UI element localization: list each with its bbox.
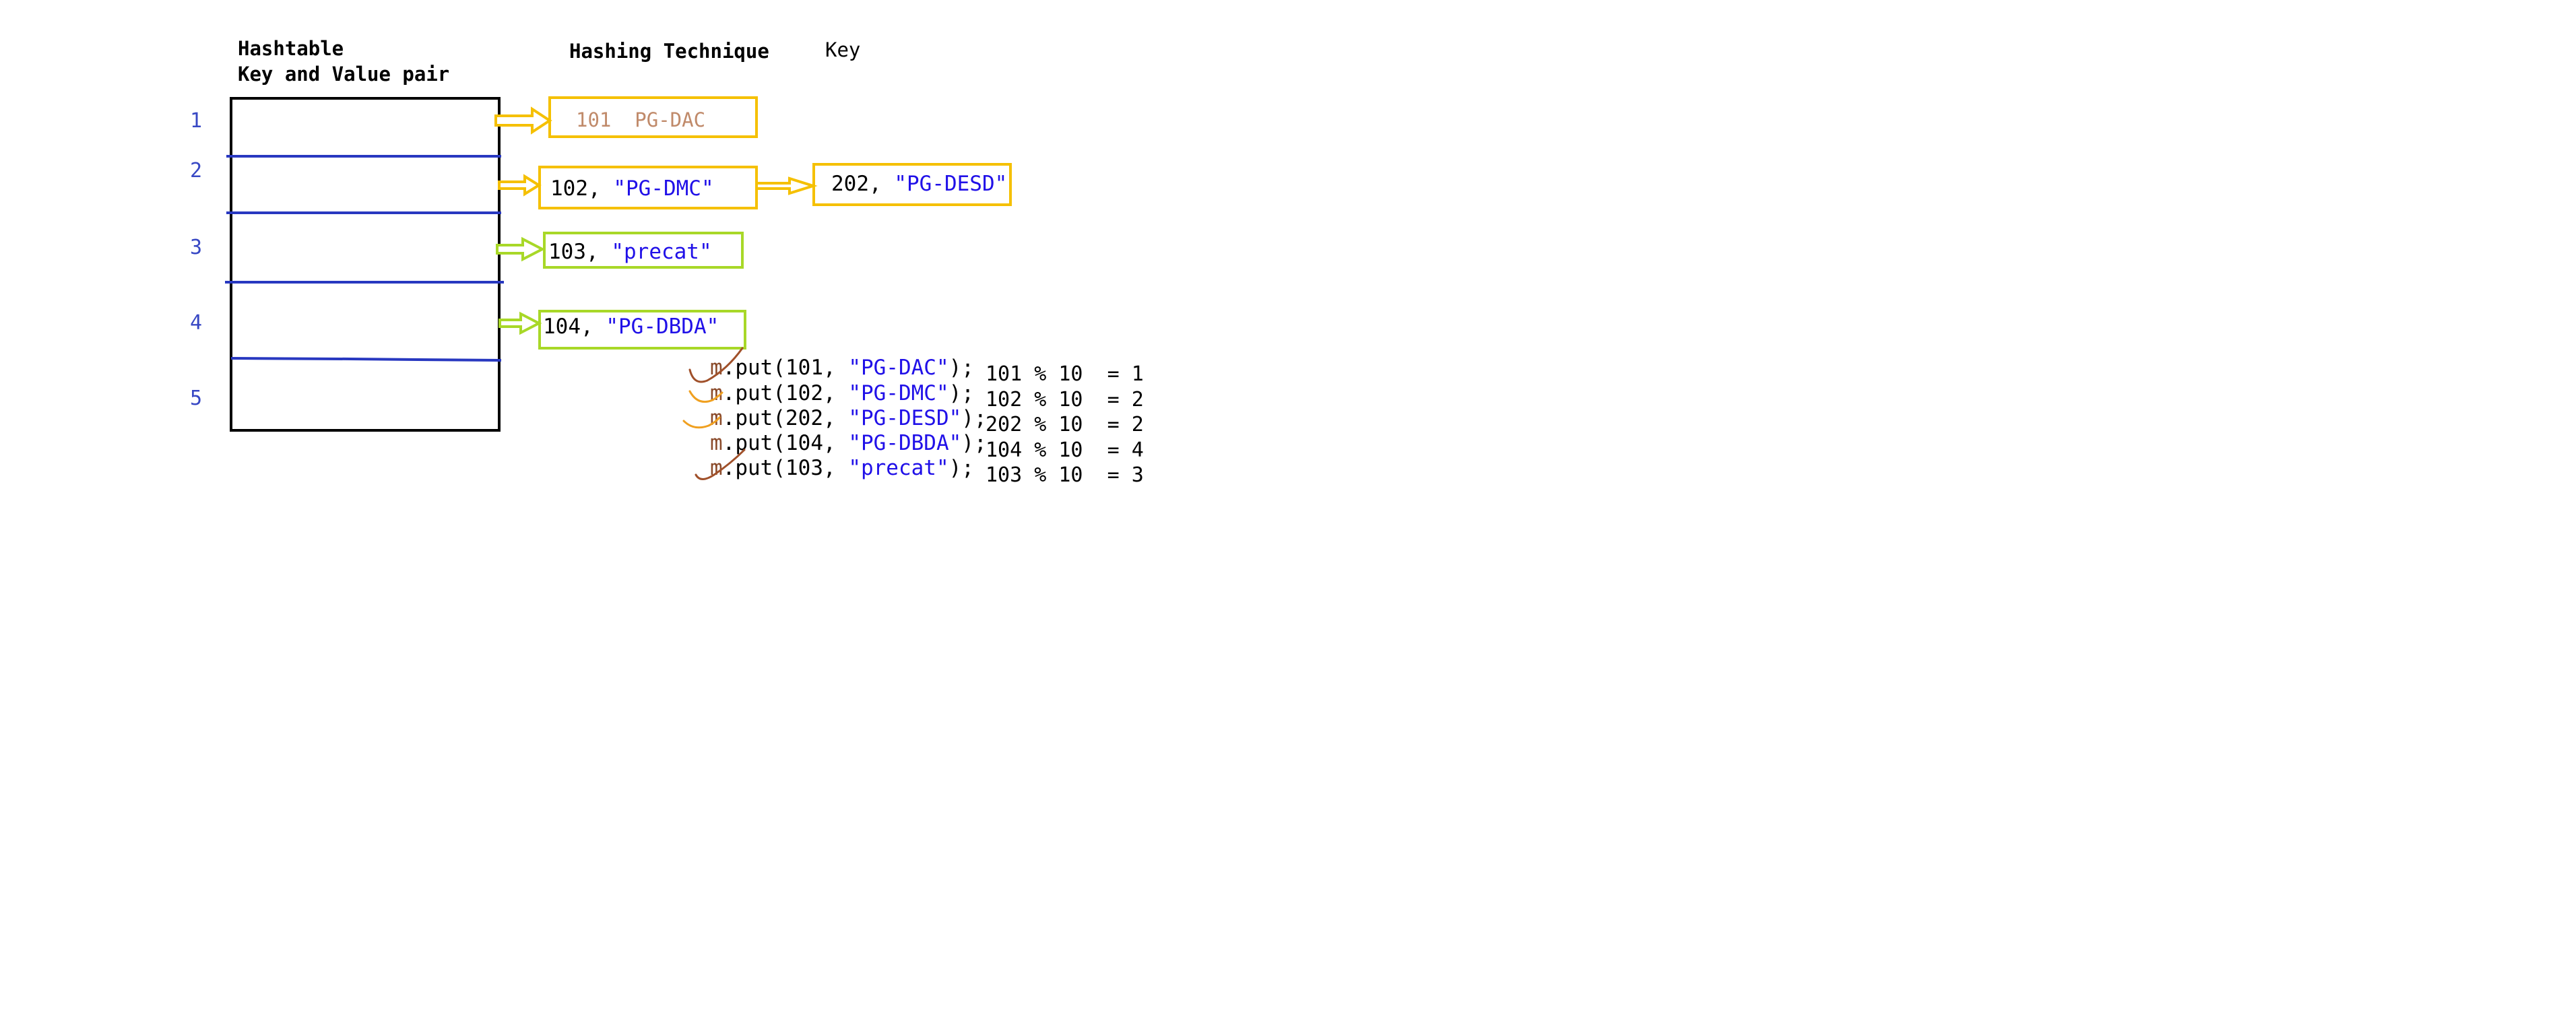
hash-calc-1: 101 % 10 = 1 [986,362,1144,386]
code-string: "PG-DBDA" [848,431,961,455]
key-heading: Key [825,38,860,61]
arrow-bucket-2 [498,174,542,197]
bucket-number-1: 1 [190,109,202,133]
arrow-bucket-1 [494,106,552,135]
hash-calc-3: 202 % 10 = 2 [986,413,1144,436]
bucket-number-4: 4 [190,311,202,335]
entry-key-103: 103, [548,240,611,264]
code-end: ); [961,406,986,430]
code-end: ); [949,456,974,480]
code-call: .put(101, [723,356,849,380]
code-line-4: m.put(104, "PG-DBDA"); [710,431,987,455]
bucket-number-3: 3 [190,236,202,259]
code-call: .put(102, [723,381,849,405]
code-var: m [710,406,723,430]
code-line-2: m.put(102, "PG-DMC"); [710,381,974,405]
entry-value-102: "PG-DMC" [613,176,713,201]
entry-text-101: 101 PG-DAC [576,108,705,131]
code-call: .put(202, [723,406,849,430]
key-value-pair-heading: Key and Value pair [238,63,449,86]
code-string: "precat" [848,456,948,480]
hashtable-box [230,97,501,432]
code-line-1: m.put(101, "PG-DAC"); [710,356,974,380]
entry-text-102: 102, "PG-DMC" [550,176,714,201]
entry-text-103: 103, "precat" [548,240,712,264]
code-end: ); [949,356,974,380]
code-end: ); [949,381,974,405]
hash-calc-5: 103 % 10 = 3 [986,463,1144,487]
code-string: "PG-DAC" [848,356,948,380]
code-string: "PG-DESD" [848,406,961,430]
entry-key-202: 202, [831,172,894,196]
code-var: m [710,356,723,380]
hashtable-heading: Hashtable [238,37,344,60]
code-line-5: m.put(103, "precat"); [710,456,974,480]
code-end: ); [961,431,986,455]
arrow-chain-102-to-202 [755,176,818,195]
entry-text-202: 202, "PG-DESD" [831,172,1007,196]
arrow-bucket-4 [498,311,542,335]
hash-calc-4: 104 % 10 = 4 [986,438,1144,462]
entry-value-103: "precat" [611,240,711,264]
entry-key-102: 102, [550,176,613,201]
code-call: .put(103, [723,456,849,480]
code-var: m [710,431,723,455]
code-string: "PG-DMC" [848,381,948,405]
entry-value-104: "PG-DBDA" [606,315,719,339]
entry-value-202: "PG-DESD" [894,172,1007,196]
hashing-technique-heading: Hashing Technique [569,40,769,63]
entry-key-104: 104, [543,315,606,339]
arrow-bucket-3 [496,236,546,262]
hash-calc-2: 102 % 10 = 2 [986,388,1144,411]
code-line-3: m.put(202, "PG-DESD"); [710,406,987,430]
bucket-number-5: 5 [190,387,202,410]
bucket-number-2: 2 [190,159,202,183]
bucket-divider-4 [230,357,502,362]
hashtable-diagram: Hashtable Key and Value pair Hashing Tec… [190,37,1144,487]
entry-text-104: 104, "PG-DBDA" [543,315,719,339]
